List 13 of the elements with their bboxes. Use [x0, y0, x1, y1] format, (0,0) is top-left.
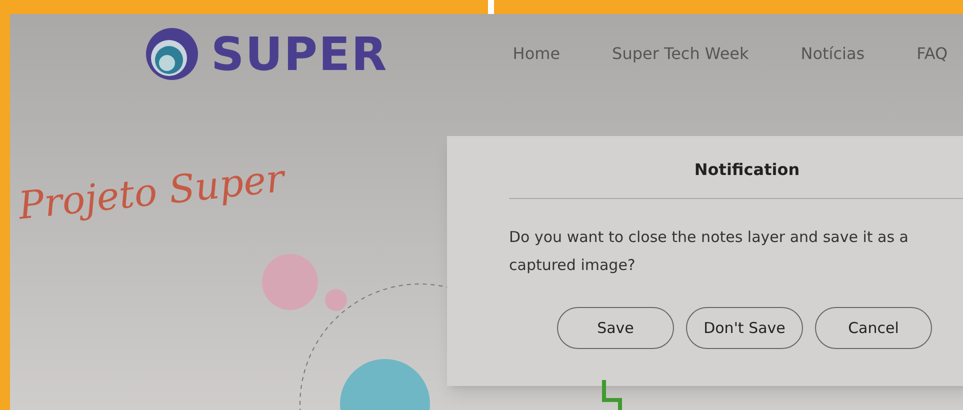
dialog-message: Do you want to close the notes layer and save it as a captured image? [509, 227, 910, 276]
logo-icon [145, 27, 199, 81]
dialog-button[interactable]: Cancel [815, 307, 932, 349]
handwritten-note: Projeto Super [16, 155, 287, 230]
nav-link[interactable]: Notícias [800, 42, 865, 66]
nav-link[interactable]: Super Tech Week [612, 42, 749, 66]
dialog-button[interactable]: Don't Save [686, 307, 803, 349]
annotation-line [600, 380, 624, 410]
dialog-title: Notification [693, 159, 801, 181]
logo-text: SUPER [211, 26, 388, 82]
dialog-button[interactable]: Save [557, 307, 674, 349]
nav-link[interactable]: FAQ [916, 42, 948, 66]
nav-link[interactable]: Home [512, 42, 560, 66]
